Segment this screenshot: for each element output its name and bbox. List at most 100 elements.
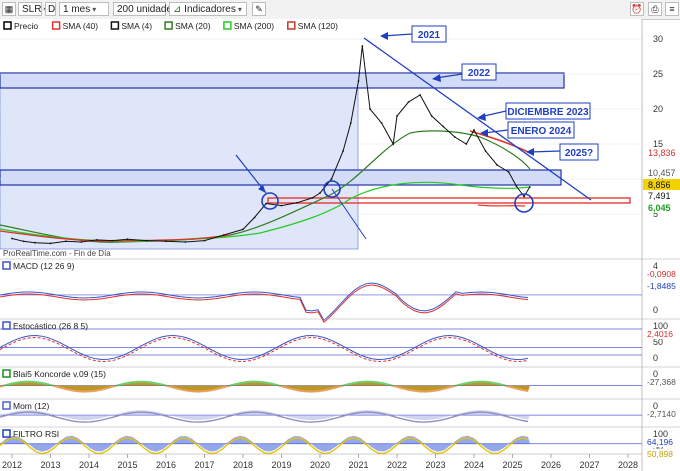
y-tick-label: 0 <box>653 305 658 315</box>
price-point <box>528 186 531 188</box>
indicator-panel: Mom (12) 0-2,7140 <box>0 398 680 423</box>
price-point <box>145 239 148 242</box>
x-tick-label: 2020 <box>310 460 330 470</box>
price-point <box>369 108 371 110</box>
svg-text:10,457: 10,457 <box>648 168 676 178</box>
print-icon[interactable]: ⎙ <box>648 2 662 16</box>
indicator-title: MACD (12 26 9) <box>2 261 75 271</box>
price-point <box>222 234 225 236</box>
price-point <box>184 241 187 243</box>
price-point <box>453 136 456 138</box>
price-point <box>342 150 344 152</box>
x-tick-label: 2015 <box>117 460 137 470</box>
x-tick-label: 2023 <box>425 460 445 470</box>
price-point <box>380 122 383 124</box>
toolbar: ▦ SLR▾ D 1 mes▾ 200 unidades▾ ⊿ Indicado… <box>0 0 680 20</box>
legend-item: Precio <box>3 21 38 31</box>
x-tick-label: 2013 <box>40 460 60 470</box>
indicator-title: Blai5 Koncorde v.09 (15) <box>2 369 106 379</box>
legend-item: SMA (40) <box>51 21 98 31</box>
svg-text:SMA (20): SMA (20) <box>175 21 211 31</box>
svg-text:2021: 2021 <box>418 30 441 41</box>
price-badge: 6,045 <box>643 202 680 213</box>
price-point <box>465 143 468 145</box>
price-point <box>280 204 283 207</box>
alarm-icon[interactable]: ⏰ <box>630 2 644 16</box>
svg-text:Precio: Precio <box>14 21 38 31</box>
indicator-title: Estocástico (26 8 5) <box>2 321 88 331</box>
price-point <box>11 237 13 240</box>
y-tick-label: 20 <box>653 104 663 114</box>
x-tick-label: 2014 <box>79 460 99 470</box>
price-point <box>419 94 421 96</box>
price-point <box>392 143 395 145</box>
y-tick-label: 25 <box>653 69 663 79</box>
svg-text:MACD (12 26 9): MACD (12 26 9) <box>13 261 75 271</box>
price-point <box>507 171 510 173</box>
legend-item: SMA (20) <box>164 21 211 31</box>
x-tick-label: 2024 <box>464 460 484 470</box>
period-label: 1 mes <box>63 4 91 15</box>
svg-text:SMA (4): SMA (4) <box>121 21 152 31</box>
x-axis: 2012 2013 2014 2015 2016 2017 2018 2019 2020 2021… <box>2 454 638 470</box>
svg-text:Mom (12): Mom (12) <box>13 401 50 411</box>
indicator-panels: MACD (12 26 9)420-0,0908-1,8485Estocásti… <box>0 258 680 459</box>
price-point <box>311 197 314 199</box>
indicator-badge: -27,368 <box>647 377 676 387</box>
source-label: ProRealTime.com - Fin de Día <box>3 249 111 258</box>
price-point <box>396 115 398 117</box>
price-point <box>296 201 298 204</box>
svg-text:DICIEMBRE 2023: DICIEMBRE 2023 <box>507 107 589 118</box>
y-tick-label: 30 <box>653 34 663 44</box>
grid-icon[interactable]: ▦ <box>2 2 16 16</box>
units-selector[interactable]: 200 unidades▾ <box>113 2 183 16</box>
indicator-badge: 64,196 <box>647 437 673 447</box>
price-badge: 13,836 <box>643 147 680 158</box>
price-point <box>253 216 256 219</box>
consolidation-zone <box>0 86 359 250</box>
price-badge: 10,457 <box>643 167 680 178</box>
x-tick-label: 2027 <box>579 460 599 470</box>
legend-item: SMA (4) <box>110 21 152 31</box>
svg-text:2022: 2022 <box>468 68 491 79</box>
price-badges: 13,836 10,457 8,8567,491 6,045 <box>643 147 680 213</box>
annotation-2021: 2021 <box>411 25 447 43</box>
legend-item: SMA (200) <box>223 21 274 31</box>
x-tick-label: 2026 <box>541 460 561 470</box>
price-point <box>484 150 487 152</box>
price-point <box>65 240 67 243</box>
draw-icon[interactable]: ✎ <box>252 2 266 16</box>
indicator-panel: Estocástico (26 8 5) 1005002,4016 <box>0 318 680 363</box>
indicator-badge: -0,0908 <box>647 269 676 279</box>
y-tick-label: 0 <box>653 353 658 363</box>
symbol-selector[interactable]: SLR▾ <box>18 2 47 16</box>
price-point <box>515 185 518 187</box>
indicator-panel: Blai5 Koncorde v.09 (15) 0-27,368 <box>0 366 680 393</box>
x-tick-label: 2021 <box>348 460 368 470</box>
price-point <box>126 238 129 241</box>
legend-item: SMA (120) <box>287 21 338 31</box>
price-point <box>203 239 206 242</box>
indicator-title: Mom (12) <box>2 401 50 411</box>
x-tick-label: 2022 <box>387 460 407 470</box>
price-point <box>22 240 25 243</box>
price-badge: 7,491 <box>643 190 680 201</box>
d-button[interactable]: D <box>45 2 56 16</box>
chevron-down-icon: ▾ <box>237 5 242 14</box>
svg-text:6,045: 6,045 <box>648 203 671 213</box>
indicator-badge: -2,7140 <box>647 409 676 419</box>
legend: Precio SMA (40) SMA (4) SMA (20) SMA (200) SM… <box>3 21 338 31</box>
price-point <box>349 122 352 124</box>
price-point <box>361 45 364 47</box>
indicators-button[interactable]: ⊿ Indicadores ▾ <box>169 2 247 16</box>
period-selector[interactable]: 1 mes ▾ <box>59 2 109 16</box>
price-point <box>80 241 83 243</box>
menu-icon[interactable]: ≡ <box>665 2 679 16</box>
annotation-2022: 2022 <box>461 63 497 81</box>
annotation-ene2024: ENERO 2024 <box>507 121 575 139</box>
price-point <box>430 115 433 117</box>
svg-text:FILTRO RSI: FILTRO RSI <box>13 429 59 439</box>
indicator-badge: 50,898 <box>647 449 673 459</box>
price-point <box>34 241 36 244</box>
x-tick-label: 2018 <box>233 460 253 470</box>
